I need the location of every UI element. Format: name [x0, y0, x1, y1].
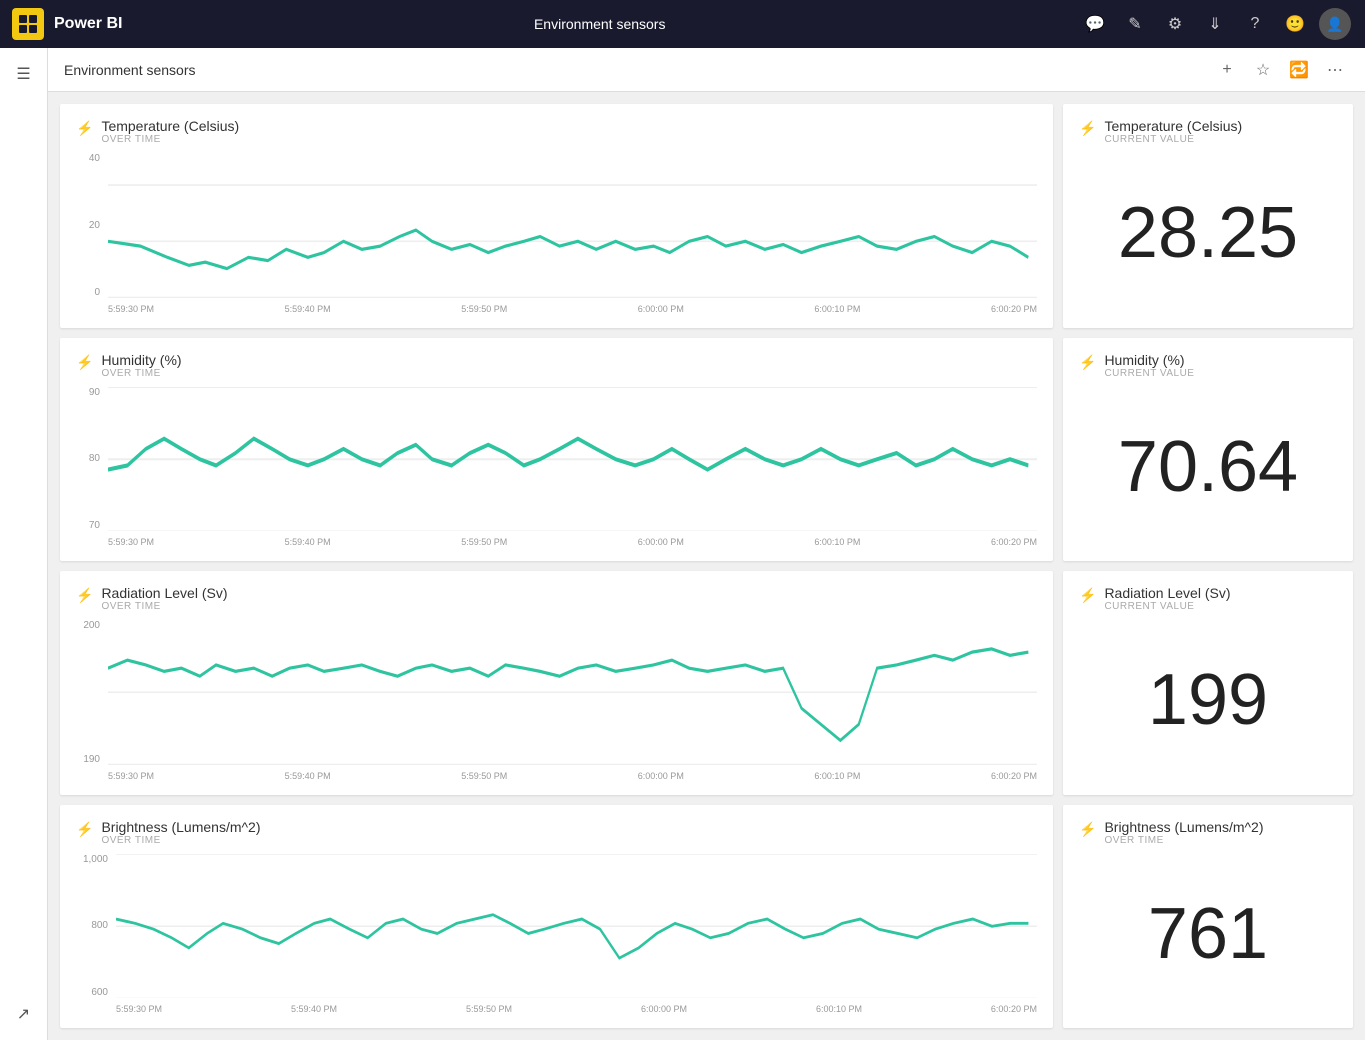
- nav-icons: 💬 ✎ ⚙ ⇓ ? 🙂 👤: [1077, 6, 1353, 42]
- x-label-rad-5: 6:00:20 PM: [991, 771, 1037, 781]
- humidity-chart-subtitle: OVER TIME: [101, 368, 181, 379]
- x-label-bri-0: 5:59:30 PM: [116, 1004, 162, 1014]
- main-content: ⚡ Temperature (Celsius) OVER TIME 40 20 …: [48, 92, 1365, 1040]
- radiation-chart-card: ⚡ Radiation Level (Sv) OVER TIME 200 190…: [60, 571, 1053, 795]
- radiation-cv-title: Radiation Level (Sv): [1104, 585, 1230, 601]
- y-label-mid-bri: 800: [76, 920, 108, 931]
- more-icon[interactable]: ⋯: [1321, 56, 1349, 84]
- x-label-hum-4: 6:00:10 PM: [814, 537, 860, 547]
- user-icon[interactable]: 👤: [1317, 6, 1353, 42]
- radiation-cv-subtitle: CURRENT VALUE: [1104, 601, 1230, 612]
- bolt-icon-bri: ⚡: [76, 821, 93, 838]
- y-label-top-bri: 1,000: [76, 854, 108, 865]
- x-label-5: 6:00:20 PM: [991, 304, 1037, 314]
- bolt-icon-bri-cv: ⚡: [1079, 821, 1096, 838]
- bolt-icon-hum-cv: ⚡: [1079, 354, 1096, 371]
- comment-icon[interactable]: 💬: [1077, 6, 1113, 42]
- x-label-rad-2: 5:59:50 PM: [461, 771, 507, 781]
- expand-icon[interactable]: ↗: [6, 996, 42, 1032]
- subheader: Environment sensors + ☆ 🔁 ⋯: [48, 48, 1365, 92]
- brightness-chart-subtitle: OVER TIME: [101, 835, 260, 846]
- smiley-icon[interactable]: 🙂: [1277, 6, 1313, 42]
- x-label-hum-2: 5:59:50 PM: [461, 537, 507, 547]
- pen-icon[interactable]: ✎: [1117, 6, 1153, 42]
- x-label-2: 5:59:50 PM: [461, 304, 507, 314]
- temp-chart-subtitle: OVER TIME: [101, 134, 239, 145]
- help-icon[interactable]: ?: [1237, 6, 1273, 42]
- radiation-value: 199: [1148, 664, 1268, 736]
- x-label-hum-0: 5:59:30 PM: [108, 537, 154, 547]
- y-label-mid-hum: 80: [76, 453, 100, 464]
- sidebar: ☰ ↗: [0, 48, 48, 1040]
- brightness-cv-title: Brightness (Lumens/m^2): [1104, 819, 1263, 835]
- temp-cv-subtitle: CURRENT VALUE: [1104, 134, 1242, 145]
- brightness-chart-card: ⚡ Brightness (Lumens/m^2) OVER TIME 1,00…: [60, 805, 1053, 1029]
- x-label-hum-3: 6:00:00 PM: [638, 537, 684, 547]
- x-label-rad-3: 6:00:00 PM: [638, 771, 684, 781]
- add-icon[interactable]: +: [1213, 56, 1241, 84]
- radiation-chart-subtitle: OVER TIME: [101, 601, 227, 612]
- y-label-mid: 20: [76, 220, 100, 231]
- humidity-cv-title: Humidity (%): [1104, 352, 1194, 368]
- radiation-current-card: ⚡ Radiation Level (Sv) CURRENT VALUE 199: [1063, 571, 1353, 795]
- bolt-icon-temp-cv: ⚡: [1079, 120, 1096, 137]
- x-label-hum-1: 5:59:40 PM: [285, 537, 331, 547]
- menu-icon[interactable]: ☰: [6, 56, 42, 92]
- x-label-rad-1: 5:59:40 PM: [285, 771, 331, 781]
- x-label-hum-5: 6:00:20 PM: [991, 537, 1037, 547]
- x-label-bri-1: 5:59:40 PM: [291, 1004, 337, 1014]
- x-label-4: 6:00:10 PM: [814, 304, 860, 314]
- y-label-top-hum: 90: [76, 387, 100, 398]
- humidity-value: 70.64: [1118, 431, 1298, 503]
- temp-value: 28.25: [1118, 197, 1298, 269]
- temp-chart-card: ⚡ Temperature (Celsius) OVER TIME 40 20 …: [60, 104, 1053, 328]
- humidity-chart-card: ⚡ Humidity (%) OVER TIME 90 80 70: [60, 338, 1053, 562]
- page-title: Environment sensors: [132, 16, 1067, 32]
- bolt-icon-rad-cv: ⚡: [1079, 587, 1096, 604]
- gear-icon[interactable]: ⚙: [1157, 6, 1193, 42]
- y-label-top: 40: [76, 153, 100, 164]
- brightness-current-card: ⚡ Brightness (Lumens/m^2) OVER TIME 761: [1063, 805, 1353, 1029]
- download-icon[interactable]: ⇓: [1197, 6, 1233, 42]
- subheader-title: Environment sensors: [64, 62, 1213, 78]
- y-label-bot-bri: 600: [76, 987, 108, 998]
- y-label-bot-rad: 190: [76, 754, 100, 765]
- humidity-current-card: ⚡ Humidity (%) CURRENT VALUE 70.64: [1063, 338, 1353, 562]
- app-title: Power BI: [54, 15, 122, 33]
- brightness-value: 761: [1148, 898, 1268, 970]
- brightness-chart-title: Brightness (Lumens/m^2): [101, 819, 260, 835]
- x-label-1: 5:59:40 PM: [285, 304, 331, 314]
- bolt-icon-hum: ⚡: [76, 354, 93, 371]
- x-label-3: 6:00:00 PM: [638, 304, 684, 314]
- temp-current-card: ⚡ Temperature (Celsius) CURRENT VALUE 28…: [1063, 104, 1353, 328]
- radiation-chart-title: Radiation Level (Sv): [101, 585, 227, 601]
- temp-cv-title: Temperature (Celsius): [1104, 118, 1242, 134]
- humidity-cv-subtitle: CURRENT VALUE: [1104, 368, 1194, 379]
- bolt-icon-rad: ⚡: [76, 587, 93, 604]
- star-icon[interactable]: ☆: [1249, 56, 1277, 84]
- share-icon[interactable]: 🔁: [1285, 56, 1313, 84]
- x-label-bri-5: 6:00:20 PM: [991, 1004, 1037, 1014]
- bolt-icon-temp: ⚡: [76, 120, 93, 137]
- x-label-bri-3: 6:00:00 PM: [641, 1004, 687, 1014]
- humidity-chart-title: Humidity (%): [101, 352, 181, 368]
- temp-chart-title: Temperature (Celsius): [101, 118, 239, 134]
- y-label-top-rad: 200: [76, 620, 100, 631]
- y-label-bot: 0: [76, 287, 100, 298]
- y-label-bot-hum: 70: [76, 520, 100, 531]
- x-label-bri-4: 6:00:10 PM: [816, 1004, 862, 1014]
- brightness-cv-subtitle: OVER TIME: [1104, 835, 1263, 846]
- x-label-rad-4: 6:00:10 PM: [814, 771, 860, 781]
- x-label-0: 5:59:30 PM: [108, 304, 154, 314]
- x-label-bri-2: 5:59:50 PM: [466, 1004, 512, 1014]
- app-logo[interactable]: [12, 8, 44, 40]
- x-label-rad-0: 5:59:30 PM: [108, 771, 154, 781]
- top-nav: Power BI Environment sensors 💬 ✎ ⚙ ⇓ ? 🙂…: [0, 0, 1365, 48]
